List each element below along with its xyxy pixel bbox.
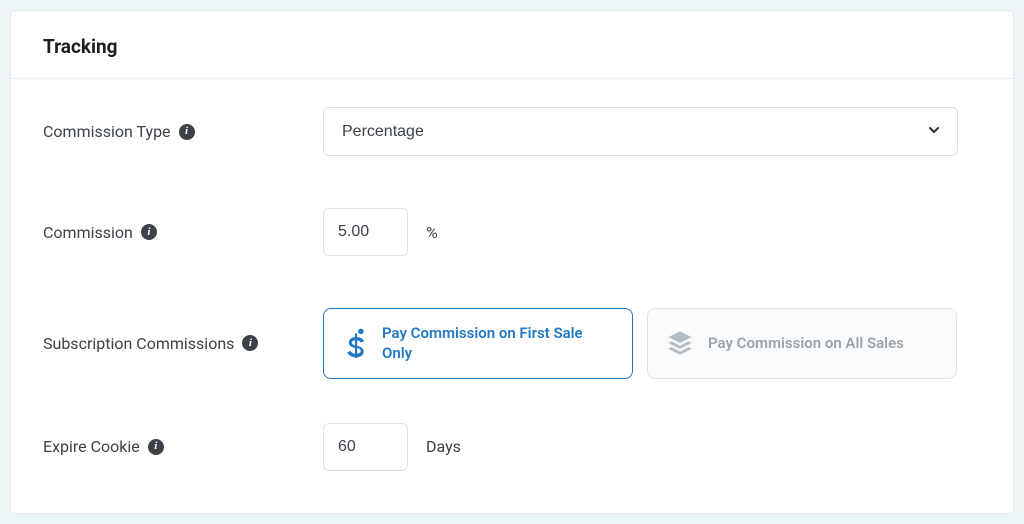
dollar-icon: [342, 328, 368, 358]
select-wrap-commission-type: Percentage: [323, 107, 958, 156]
row-subscription-commissions: Subscription Commissions i Pay Commissio…: [43, 308, 981, 379]
info-icon[interactable]: i: [148, 439, 164, 455]
subscription-option-group: Pay Commission on First Sale Only Pay Co…: [323, 308, 981, 379]
label-commission-type: Commission Type i: [43, 122, 323, 141]
control-subscription-commissions: Pay Commission on First Sale Only Pay Co…: [323, 308, 981, 379]
control-commission-type: Percentage: [323, 107, 981, 156]
option-first-sale-only[interactable]: Pay Commission on First Sale Only: [323, 308, 633, 379]
option-all-sales[interactable]: Pay Commission on All Sales: [647, 308, 957, 379]
label-text: Commission Type: [43, 122, 171, 141]
commission-input[interactable]: [323, 208, 408, 256]
layers-icon: [666, 329, 694, 357]
control-commission: %: [323, 208, 981, 256]
row-commission: Commission i %: [43, 208, 981, 256]
commission-unit: %: [426, 223, 438, 242]
panel-body: Commission Type i Percentage Commission …: [11, 79, 1013, 495]
label-subscription-commissions: Subscription Commissions i: [43, 334, 323, 353]
label-text: Subscription Commissions: [43, 334, 234, 353]
row-commission-type: Commission Type i Percentage: [43, 107, 981, 156]
row-expire-cookie: Expire Cookie i Days: [43, 423, 981, 471]
commission-type-select[interactable]: Percentage: [323, 107, 958, 156]
label-expire-cookie: Expire Cookie i: [43, 437, 323, 456]
option-first-label: Pay Commission on First Sale Only: [382, 323, 614, 364]
control-expire-cookie: Days: [323, 423, 981, 471]
expire-cookie-unit: Days: [426, 437, 461, 456]
panel-header: Tracking: [11, 11, 1013, 79]
section-title: Tracking: [43, 35, 981, 58]
option-all-label: Pay Commission on All Sales: [708, 333, 938, 353]
tracking-panel: Tracking Commission Type i Percentage: [10, 10, 1014, 514]
label-commission: Commission i: [43, 223, 323, 242]
info-icon[interactable]: i: [141, 224, 157, 240]
info-icon[interactable]: i: [242, 335, 258, 351]
label-text: Expire Cookie: [43, 437, 140, 456]
label-text: Commission: [43, 223, 133, 242]
expire-cookie-input[interactable]: [323, 423, 408, 471]
info-icon[interactable]: i: [179, 124, 195, 140]
